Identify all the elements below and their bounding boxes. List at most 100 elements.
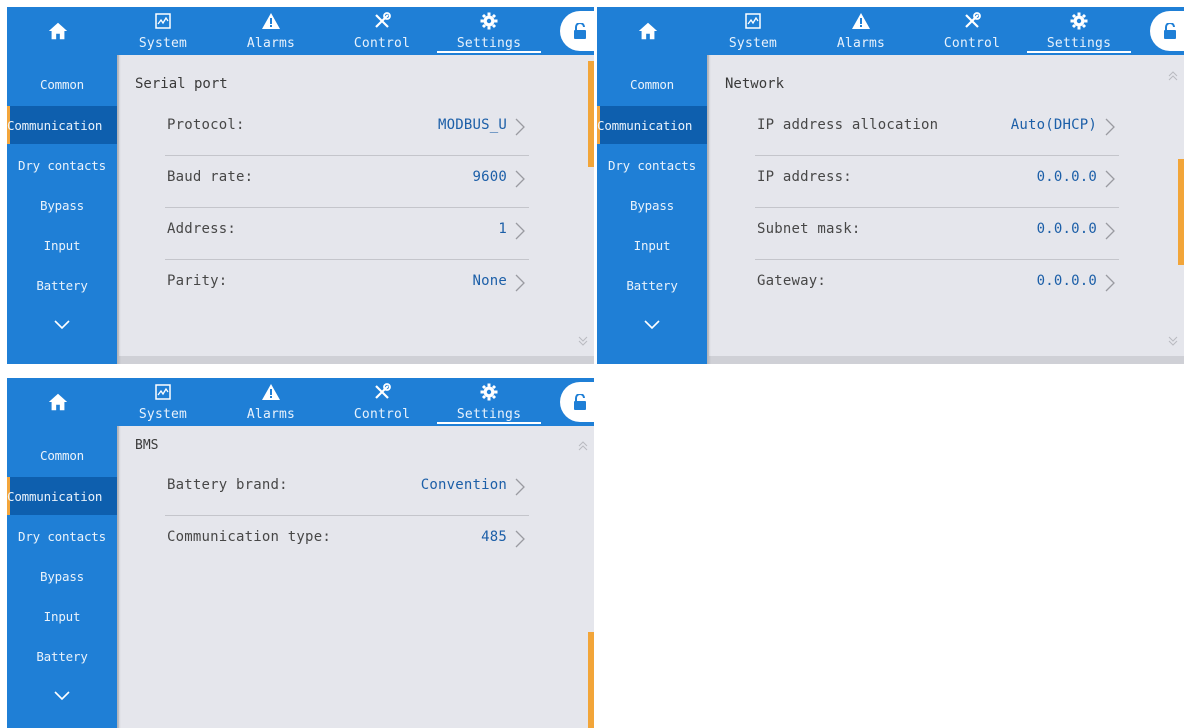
home-button[interactable]: [597, 7, 698, 55]
tab-label: Control: [943, 36, 1001, 51]
sidebar-more-button[interactable]: [597, 313, 707, 337]
sidebar-item-label: Input: [43, 608, 81, 624]
setting-row-ip-allocation[interactable]: IP address allocation Auto(DHCP): [755, 104, 1119, 156]
tab-settings[interactable]: Settings: [1025, 7, 1133, 55]
setting-label: Subnet mask:: [757, 221, 861, 237]
setting-row-protocol[interactable]: Protocol: MODBUS_U: [165, 104, 529, 156]
setting-row-parity[interactable]: Parity: None: [165, 260, 529, 312]
sidebar-item-common[interactable]: Common: [7, 65, 117, 103]
top-navigation-bar: System Alarms Control Settings: [597, 7, 1184, 55]
sidebar-item-label: Input: [633, 237, 671, 253]
setting-value: 1: [498, 221, 507, 237]
setting-row-gateway[interactable]: Gateway: 0.0.0.0: [755, 260, 1119, 312]
settings-panel: Network IP address allocation Auto(DHCP)…: [709, 55, 1184, 356]
tab-alarms[interactable]: Alarms: [217, 7, 325, 55]
double-chevron-down-icon[interactable]: [1166, 334, 1180, 348]
tab-label: System: [728, 36, 778, 51]
double-chevron-up-icon[interactable]: [576, 439, 590, 453]
scrollbar-thumb[interactable]: [588, 61, 594, 167]
sidebar-item-dry-contacts[interactable]: Dry contacts: [7, 517, 117, 555]
sidebar-item-label: Bypass: [630, 197, 674, 213]
sidebar-item-dry-contacts[interactable]: Dry contacts: [7, 146, 117, 184]
lock-button[interactable]: [1150, 11, 1184, 51]
chevron-down-icon: [54, 320, 70, 330]
setting-row-address[interactable]: Address: 1: [165, 208, 529, 260]
sidebar-item-communication[interactable]: Communication: [597, 106, 707, 144]
sidebar-item-input[interactable]: Input: [7, 226, 117, 264]
sidebar-item-battery[interactable]: Battery: [7, 637, 117, 675]
home-button[interactable]: [7, 378, 108, 426]
tab-system[interactable]: System: [699, 7, 807, 55]
sidebar-item-common[interactable]: Common: [7, 436, 117, 474]
sidebar-shadow: [707, 55, 711, 364]
sidebar-more-button[interactable]: [7, 684, 117, 708]
chevron-right-icon: [1105, 118, 1115, 136]
tools-icon: [963, 12, 981, 30]
double-chevron-down-icon[interactable]: [576, 334, 590, 348]
tab-settings[interactable]: Settings: [435, 7, 543, 55]
setting-row-ip-address[interactable]: IP address: 0.0.0.0: [755, 156, 1119, 208]
home-icon: [638, 22, 657, 40]
sidebar-item-label: Bypass: [40, 568, 84, 584]
setting-row-baud-rate[interactable]: Baud rate: 9600: [165, 156, 529, 208]
chart-monitor-icon: [154, 383, 172, 401]
unlocked-padlock-icon: [574, 23, 586, 39]
tab-label: Settings: [1027, 37, 1131, 53]
settings-screen-network: System Alarms Control Settings Common Co…: [597, 7, 1184, 364]
chevron-right-icon: [1105, 222, 1115, 240]
home-button[interactable]: [7, 7, 108, 55]
sidebar-item-label: Common: [40, 447, 84, 463]
tab-control[interactable]: Control: [328, 7, 436, 55]
gear-icon: [1070, 12, 1088, 30]
setting-row-subnet-mask[interactable]: Subnet mask: 0.0.0.0: [755, 208, 1119, 260]
chevron-right-icon: [1105, 170, 1115, 188]
setting-value: None: [472, 273, 507, 289]
tab-alarms[interactable]: Alarms: [217, 378, 325, 426]
setting-row-communication-type[interactable]: Communication type: 485: [165, 516, 529, 568]
sidebar-item-common[interactable]: Common: [597, 65, 707, 103]
scrollbar-thumb[interactable]: [588, 632, 594, 728]
setting-row-battery-brand[interactable]: Battery brand: Convention: [165, 464, 529, 516]
sidebar-item-communication[interactable]: Communication: [7, 106, 117, 144]
sidebar-item-dry-contacts[interactable]: Dry contacts: [597, 146, 707, 184]
tab-label: Control: [353, 407, 411, 422]
tab-control[interactable]: Control: [328, 378, 436, 426]
tab-label: System: [138, 407, 188, 422]
sidebar-item-label: Battery: [626, 277, 678, 293]
setting-value: Auto(DHCP): [1010, 117, 1097, 133]
tab-control[interactable]: Control: [918, 7, 1026, 55]
sidebar-more-button[interactable]: [7, 313, 117, 337]
unlocked-padlock-icon: [574, 394, 586, 410]
double-chevron-up-icon[interactable]: [1166, 69, 1180, 83]
sidebar-item-label: Communication: [597, 117, 693, 133]
tab-alarms[interactable]: Alarms: [807, 7, 915, 55]
sidebar-item-bypass[interactable]: Bypass: [597, 186, 707, 224]
sidebar-item-bypass[interactable]: Bypass: [7, 557, 117, 595]
tools-icon: [373, 12, 391, 30]
sidebar-item-battery[interactable]: Battery: [7, 266, 117, 304]
lock-button[interactable]: [560, 11, 594, 51]
sidebar-item-battery[interactable]: Battery: [597, 266, 707, 304]
warning-triangle-icon: [262, 12, 280, 30]
chart-monitor-icon: [744, 12, 762, 30]
tab-settings[interactable]: Settings: [435, 378, 543, 426]
tab-label: Settings: [437, 408, 541, 424]
setting-label: Parity:: [167, 273, 228, 289]
lock-button[interactable]: [560, 382, 594, 422]
scrollbar-thumb[interactable]: [1178, 159, 1184, 265]
home-icon: [48, 22, 67, 40]
chevron-down-icon: [54, 691, 70, 701]
setting-value: Convention: [420, 477, 507, 493]
sidebar-shadow: [117, 426, 121, 728]
tab-label: Control: [353, 36, 411, 51]
setting-label: Battery brand:: [167, 477, 288, 493]
sidebar-item-input[interactable]: Input: [7, 597, 117, 635]
sidebar-item-input[interactable]: Input: [597, 226, 707, 264]
chevron-right-icon: [515, 170, 525, 188]
tab-system[interactable]: System: [109, 378, 217, 426]
sidebar-item-bypass[interactable]: Bypass: [7, 186, 117, 224]
tab-system[interactable]: System: [109, 7, 217, 55]
sidebar: Common Communication Dry contacts Bypass…: [7, 55, 117, 364]
section-title: Network: [725, 76, 785, 92]
sidebar-item-communication[interactable]: Communication: [7, 477, 117, 515]
